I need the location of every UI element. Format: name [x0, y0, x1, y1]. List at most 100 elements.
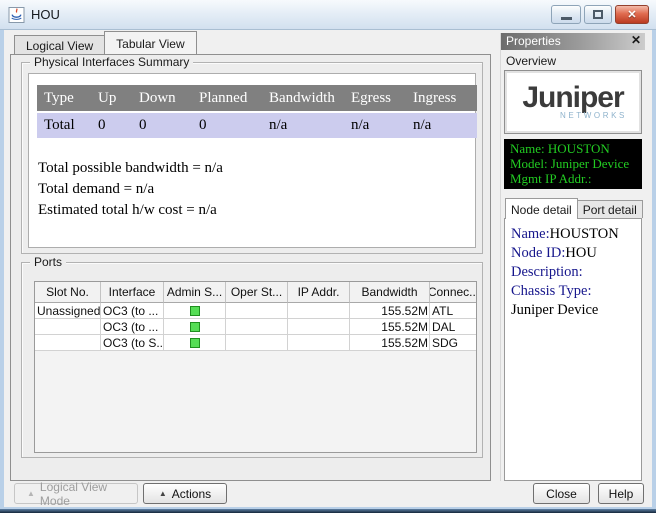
- port-ip-addr: [288, 319, 350, 335]
- admin-status-up-indicator: [190, 306, 200, 316]
- actions-button[interactable]: ▲ Actions: [143, 483, 227, 504]
- port-admin-status-cell: [164, 319, 226, 335]
- ports-col-connection[interactable]: Connec...: [430, 282, 477, 303]
- node-detail-name: Name:HOUSTON: [511, 225, 635, 244]
- chassis-type-label: Chassis Type:: [511, 283, 592, 299]
- port-admin-status-cell: [164, 335, 226, 351]
- close-window-button[interactable]: ✕: [615, 5, 649, 24]
- port-oper-status: [226, 319, 288, 335]
- node-detail-panel: Name:HOUSTON Node ID:HOU Description: Ch…: [504, 218, 642, 481]
- tabular-view-content: Physical Interfaces Summary Type Up Down…: [10, 54, 491, 481]
- summary-total-planned: 0: [192, 113, 262, 138]
- port-oper-status: [226, 303, 288, 319]
- properties-titlebar[interactable]: Properties ✕: [501, 33, 645, 50]
- node-detail-id: Node ID:HOU: [511, 244, 635, 263]
- port-bandwidth: 155.52M: [350, 303, 430, 319]
- summary-col-planned[interactable]: Planned: [192, 85, 262, 111]
- up-arrow-icon: ▲: [27, 489, 35, 498]
- properties-close-icon[interactable]: ✕: [631, 33, 641, 47]
- properties-title: Properties: [506, 34, 561, 48]
- summary-total-row[interactable]: Total 0 0 0 n/a n/a n/a: [37, 113, 477, 138]
- ports-col-admin-status[interactable]: Admin S...: [164, 282, 226, 303]
- up-arrow-icon: ▲: [159, 489, 167, 498]
- app-window: HOU ✕ Logical View Tabular View Physical…: [0, 0, 656, 513]
- summary-col-type[interactable]: Type: [37, 85, 91, 111]
- detail-tab-strip: Node detail Port detail: [504, 198, 642, 218]
- ports-col-slot[interactable]: Slot No.: [35, 282, 101, 303]
- ports-table: Slot No. Interface Admin S... Oper St...…: [34, 281, 477, 453]
- admin-status-up-indicator: [190, 322, 200, 332]
- port-connection: ATL: [430, 303, 477, 319]
- maximize-button[interactable]: [584, 5, 612, 24]
- note-estimated-cost: Estimated total h/w cost = n/a: [38, 200, 223, 221]
- ports-table-header: Slot No. Interface Admin S... Oper St...…: [35, 282, 476, 303]
- summary-col-egress[interactable]: Egress: [344, 85, 406, 111]
- tab-node-detail[interactable]: Node detail: [505, 198, 578, 219]
- close-icon: ✕: [627, 8, 636, 21]
- logical-view-mode-label: Logical View Mode: [40, 480, 125, 508]
- summary-total-up: 0: [91, 113, 132, 138]
- device-name-line: Name: HOUSTON: [510, 141, 636, 156]
- port-row-dal[interactable]: OC3 (to ... 155.52M DAL: [35, 319, 476, 335]
- maximize-icon: [593, 10, 603, 19]
- node-id-label: Node ID:: [511, 245, 565, 261]
- port-interface: OC3 (to S...: [101, 335, 164, 351]
- port-row-atl[interactable]: Unassigned OC3 (to ... 155.52M ATL: [35, 303, 476, 319]
- tab-logical-view[interactable]: Logical View: [14, 35, 105, 54]
- help-label: Help: [609, 487, 634, 501]
- summary-total-ingress: n/a: [406, 113, 477, 138]
- help-button[interactable]: Help: [598, 483, 644, 504]
- port-interface: OC3 (to ...: [101, 319, 164, 335]
- juniper-logo: Juniper NETWORKS: [504, 70, 642, 134]
- ports-col-oper-status[interactable]: Oper St...: [226, 282, 288, 303]
- summary-col-up[interactable]: Up: [91, 85, 132, 111]
- juniper-networks-text: NETWORKS: [560, 111, 627, 120]
- port-row-sdg[interactable]: OC3 (to S... 155.52M SDG: [35, 335, 476, 351]
- properties-panel: Properties ✕ Overview Juniper NETWORKS N…: [500, 33, 645, 481]
- note-total-possible-bandwidth: Total possible bandwidth = n/a: [38, 158, 223, 179]
- port-slot: [35, 319, 101, 335]
- window-title: HOU: [31, 7, 60, 22]
- physical-interfaces-summary-group: Physical Interfaces Summary Type Up Down…: [21, 62, 483, 254]
- juniper-brand-text: Juniper: [522, 85, 623, 111]
- summary-notes: Total possible bandwidth = n/a Total dem…: [38, 158, 223, 221]
- minimize-button[interactable]: [551, 5, 581, 24]
- summary-col-ingress[interactable]: Ingress: [406, 85, 477, 111]
- node-id-value: HOU: [565, 245, 596, 261]
- summary-total-egress: n/a: [344, 113, 406, 138]
- name-label: Name:: [511, 226, 550, 242]
- port-admin-status-cell: [164, 303, 226, 319]
- ports-col-interface[interactable]: Interface: [101, 282, 164, 303]
- device-summary-box: Name: HOUSTON Model: Juniper Device Mgmt…: [504, 139, 642, 189]
- summary-total-down: 0: [132, 113, 192, 138]
- port-ip-addr: [288, 335, 350, 351]
- client-area: Logical View Tabular View Physical Inter…: [4, 30, 652, 507]
- minimize-icon: [561, 17, 572, 20]
- port-connection: DAL: [430, 319, 477, 335]
- summary-col-down[interactable]: Down: [132, 85, 192, 111]
- close-label: Close: [546, 487, 577, 501]
- summary-col-bandwidth[interactable]: Bandwidth: [262, 85, 344, 111]
- summary-panel: Type Up Down Planned Bandwidth Egress In…: [28, 73, 476, 248]
- port-oper-status: [226, 335, 288, 351]
- note-total-demand: Total demand = n/a: [38, 179, 223, 200]
- window-titlebar[interactable]: HOU ✕: [0, 0, 656, 30]
- window-controls: ✕: [551, 5, 649, 24]
- port-ip-addr: [288, 303, 350, 319]
- logical-view-mode-button[interactable]: ▲ Logical View Mode: [14, 483, 138, 504]
- close-button[interactable]: Close: [533, 483, 590, 504]
- node-detail-description: Description:: [511, 263, 635, 282]
- tab-port-detail[interactable]: Port detail: [577, 200, 643, 218]
- ports-col-ip-addr[interactable]: IP Addr.: [288, 282, 350, 303]
- ports-group-title: Ports: [30, 255, 66, 270]
- node-detail-chassis: Chassis Type: Juniper Device: [511, 282, 635, 320]
- overview-label: Overview: [506, 54, 642, 68]
- java-app-icon: [8, 7, 25, 23]
- ports-col-bandwidth[interactable]: Bandwidth: [350, 282, 430, 303]
- device-model-line: Model: Juniper Device: [510, 156, 636, 171]
- properties-body: Overview Juniper NETWORKS Name: HOUSTON …: [501, 50, 645, 481]
- summary-total-type: Total: [37, 113, 91, 138]
- actions-label: Actions: [172, 487, 211, 501]
- tab-tabular-view[interactable]: Tabular View: [104, 31, 196, 54]
- name-value: HOUSTON: [550, 226, 619, 242]
